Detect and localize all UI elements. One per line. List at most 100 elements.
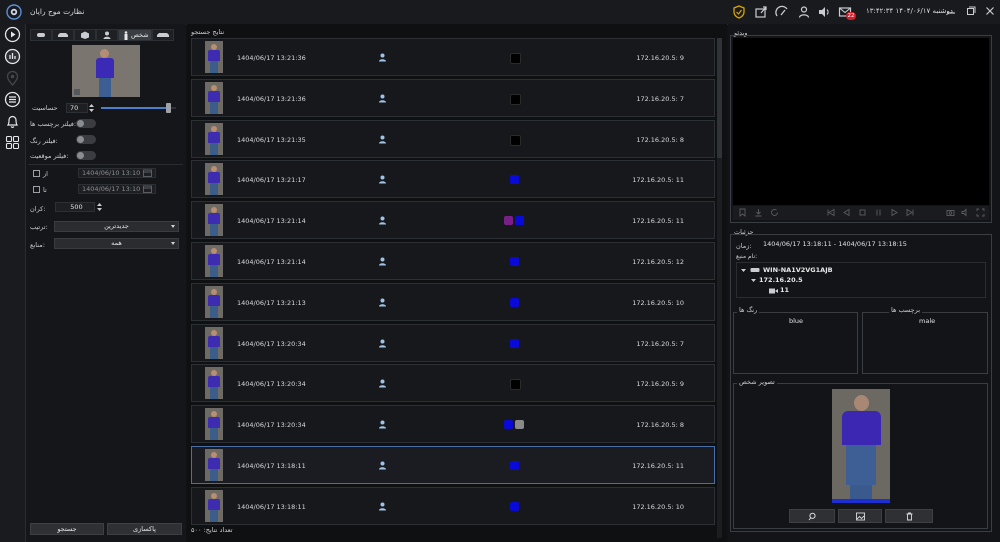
datetime-text: دوشنبه ۱۴۰۴/۰۶/۱۷ ۱۳:۴۲:۳۴ (866, 7, 953, 15)
fullscreen-icon[interactable] (976, 208, 985, 217)
tab-car[interactable] (152, 29, 174, 41)
sensitivity-slider-handle[interactable] (166, 103, 171, 113)
tab-vehicle[interactable] (52, 29, 74, 41)
chevron-down-icon[interactable] (741, 268, 746, 273)
row-source: 172.16.20.5: 8 (636, 135, 684, 144)
person-icon (123, 31, 129, 40)
results-count: تعداد نتایج: ۵۰۰ (191, 526, 233, 534)
tags-header: برچسب ها (889, 306, 923, 314)
delete-button[interactable] (885, 509, 933, 523)
table-row[interactable]: 1404/06/17 13:21:36 172.16.20.5: 7 (191, 78, 715, 117)
person-icon (378, 175, 387, 184)
play-icon[interactable] (890, 208, 899, 217)
stop-icon[interactable] (858, 208, 867, 217)
speed-icon[interactable] (775, 5, 789, 19)
table-row[interactable]: 1404/06/17 13:20:34 172.16.20.5: 7 (191, 323, 715, 362)
person-icon (378, 53, 387, 62)
search-button[interactable]: جستجو (30, 523, 104, 535)
row-thumbnail (205, 326, 223, 359)
camera-icon (769, 288, 778, 294)
chart-icon[interactable] (4, 48, 21, 65)
tree-ip[interactable]: 172.16.20.5 (759, 276, 803, 284)
play-icon[interactable] (4, 26, 21, 43)
scrollbar-thumb[interactable] (717, 38, 722, 158)
sensitivity-stepper[interactable] (88, 103, 95, 113)
close-icon[interactable] (985, 6, 995, 16)
table-row[interactable]: 1404/06/17 13:18:11 172.16.20.5: 11 (191, 446, 715, 484)
tab-tag[interactable] (30, 29, 52, 41)
video-player[interactable] (733, 38, 989, 205)
tab-face[interactable] (96, 29, 118, 41)
limit-stepper[interactable] (96, 202, 103, 212)
chevron-down-icon (171, 225, 175, 228)
pause-icon[interactable] (874, 208, 883, 217)
refresh-icon[interactable] (770, 208, 779, 217)
download-icon[interactable] (754, 208, 763, 217)
table-row[interactable]: 1404/06/17 13:18:11 172.16.20.5: 10 (191, 486, 715, 525)
limit-field[interactable]: 500 (55, 202, 95, 212)
color-filter-toggle[interactable] (76, 135, 96, 144)
to-checkbox[interactable] (33, 186, 40, 193)
row-source: 172.16.20.5: 7 (636, 94, 684, 103)
snapshot-icon[interactable] (946, 208, 955, 217)
row-timestamp: 1404/06/17 13:18:11 (237, 462, 306, 470)
person-icon (378, 339, 387, 348)
from-checkbox[interactable] (33, 170, 40, 177)
maximize-icon[interactable] (966, 6, 976, 16)
title-bar: نظارت موج رایان 22 دوشنبه ۱۴۰۴/۰۶/۱۷ ۱۳:… (0, 0, 1000, 25)
rewind-icon[interactable] (826, 208, 835, 217)
row-source: 172.16.20.5: 11 (632, 176, 684, 185)
tree-camera[interactable]: 11 (780, 286, 789, 294)
location-filter-toggle[interactable] (76, 151, 96, 160)
results-scrollbar[interactable] (717, 38, 722, 538)
row-timestamp: 1404/06/17 13:21:13 (237, 298, 306, 307)
table-row[interactable]: 1404/06/17 13:20:34 172.16.20.5: 9 (191, 364, 715, 403)
table-row[interactable]: 1404/06/17 13:21:14 172.16.20.5: 11 (191, 201, 715, 240)
table-row[interactable]: 1404/06/17 13:21:17 172.16.20.5: 11 (191, 160, 715, 199)
tab-object[interactable] (74, 29, 96, 41)
tree-host[interactable]: WIN-NA1V2VG1AJB (763, 266, 833, 274)
table-row[interactable]: 1404/06/17 13:21:35 172.16.20.5: 8 (191, 119, 715, 158)
shield-icon[interactable] (732, 5, 746, 19)
row-thumbnail (205, 204, 223, 237)
video-controls (733, 206, 989, 220)
sort-label: ترتیب: (30, 223, 48, 231)
color-swatch (504, 216, 513, 226)
sort-select[interactable]: جدیدترین (54, 221, 179, 232)
search-similar-button[interactable] (789, 509, 835, 523)
table-row[interactable]: 1404/06/17 13:21:36 172.16.20.5: 9 (191, 38, 715, 76)
step-back-icon[interactable] (842, 208, 851, 217)
user-icon[interactable] (797, 5, 811, 19)
minimize-icon[interactable] (946, 6, 956, 16)
table-row[interactable]: 1404/06/17 13:21:14 172.16.20.5: 12 (191, 242, 715, 280)
volume-icon[interactable] (961, 208, 970, 217)
clear-button[interactable]: پاکسازی (107, 523, 182, 535)
row-timestamp: 1404/06/17 13:21:35 (237, 135, 306, 144)
volume-icon[interactable] (817, 5, 831, 19)
table-row[interactable]: 1404/06/17 13:20:34 172.16.20.5: 8 (191, 405, 715, 444)
row-thumbnail (205, 245, 223, 277)
map-pin-icon[interactable] (4, 70, 21, 87)
calendar-icon[interactable] (143, 169, 152, 177)
row-source: 172.16.20.5: 9 (636, 54, 684, 62)
row-timestamp: 1404/06/17 13:21:36 (237, 94, 306, 103)
bookmark-icon[interactable] (738, 208, 747, 217)
results-panel: نتایج جستجو 1404/06/17 13:21:36 172.16.20… (187, 24, 727, 542)
sensitivity-value[interactable]: 70 (66, 103, 88, 113)
bell-icon[interactable] (4, 113, 21, 130)
reference-person-image (72, 45, 140, 97)
sensitivity-slider[interactable] (101, 103, 176, 113)
tab-person[interactable]: شخص (118, 29, 152, 41)
export-icon[interactable] (754, 5, 768, 19)
colors-value: blue (789, 317, 804, 325)
tag-filter-toggle[interactable] (76, 119, 96, 128)
chevron-down-icon[interactable] (751, 278, 756, 283)
grid-icon[interactable] (4, 134, 21, 151)
fast-forward-icon[interactable] (906, 208, 915, 217)
table-row[interactable]: 1404/06/17 13:21:13 172.16.20.5: 10 (191, 282, 715, 321)
chevron-down-icon (171, 242, 175, 245)
view-image-button[interactable] (838, 509, 882, 523)
source-select[interactable]: همه (54, 238, 179, 249)
list-icon[interactable] (4, 91, 21, 108)
calendar-icon[interactable] (143, 185, 152, 193)
